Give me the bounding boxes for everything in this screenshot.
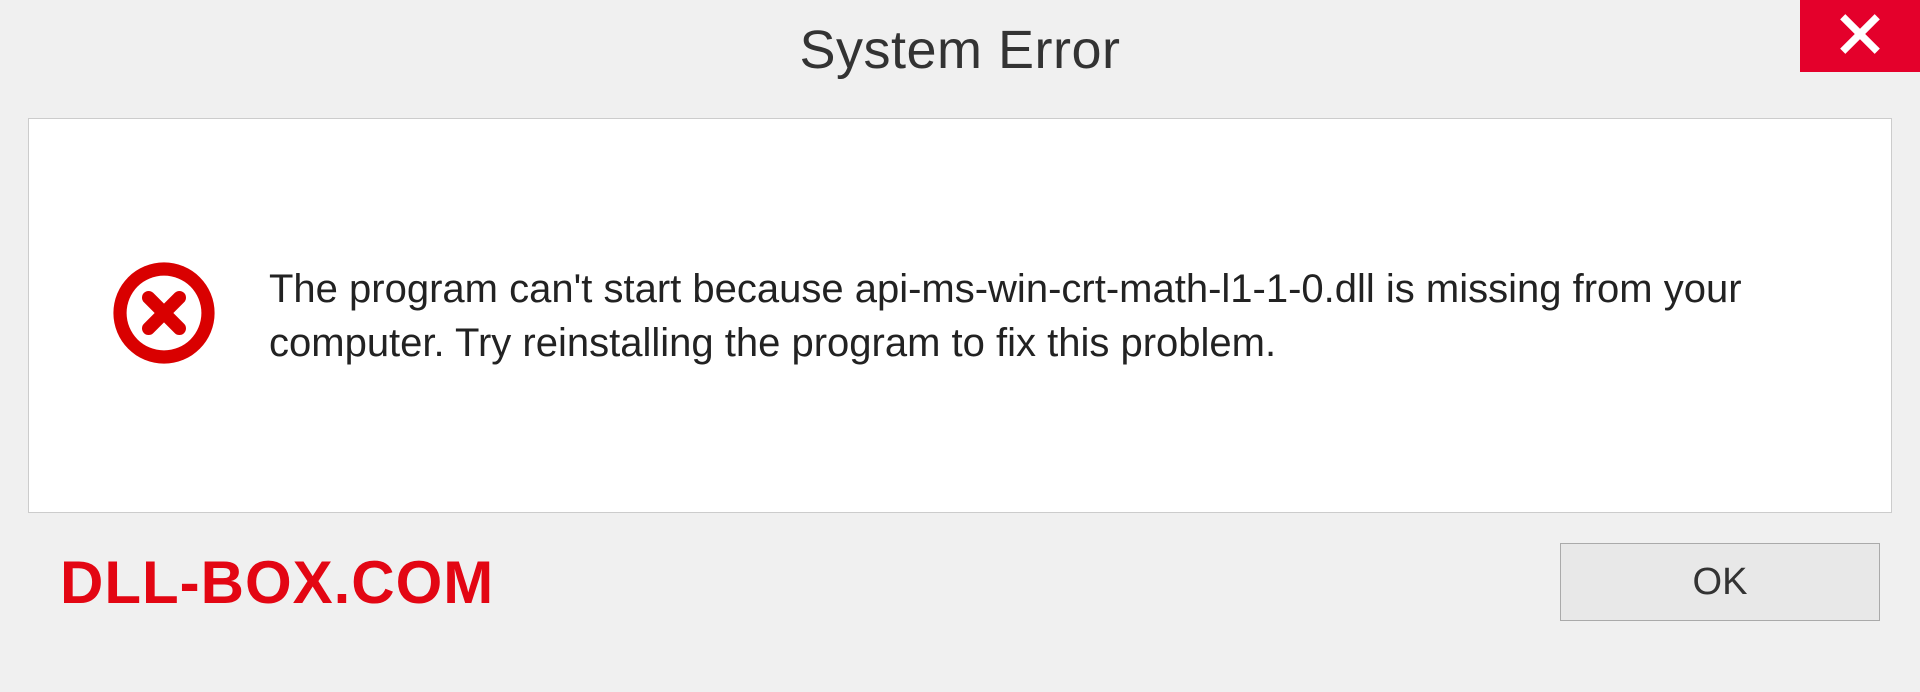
error-message: The program can't start because api-ms-w… — [269, 262, 1831, 370]
content-panel: The program can't start because api-ms-w… — [28, 118, 1892, 513]
footer: DLL-BOX.COM OK — [0, 513, 1920, 621]
watermark-text: DLL-BOX.COM — [60, 548, 494, 617]
window-title: System Error — [799, 19, 1120, 81]
close-icon — [1838, 12, 1882, 61]
close-button[interactable] — [1800, 0, 1920, 72]
ok-button[interactable]: OK — [1560, 543, 1880, 621]
error-icon — [109, 258, 219, 373]
titlebar: System Error — [0, 0, 1920, 100]
